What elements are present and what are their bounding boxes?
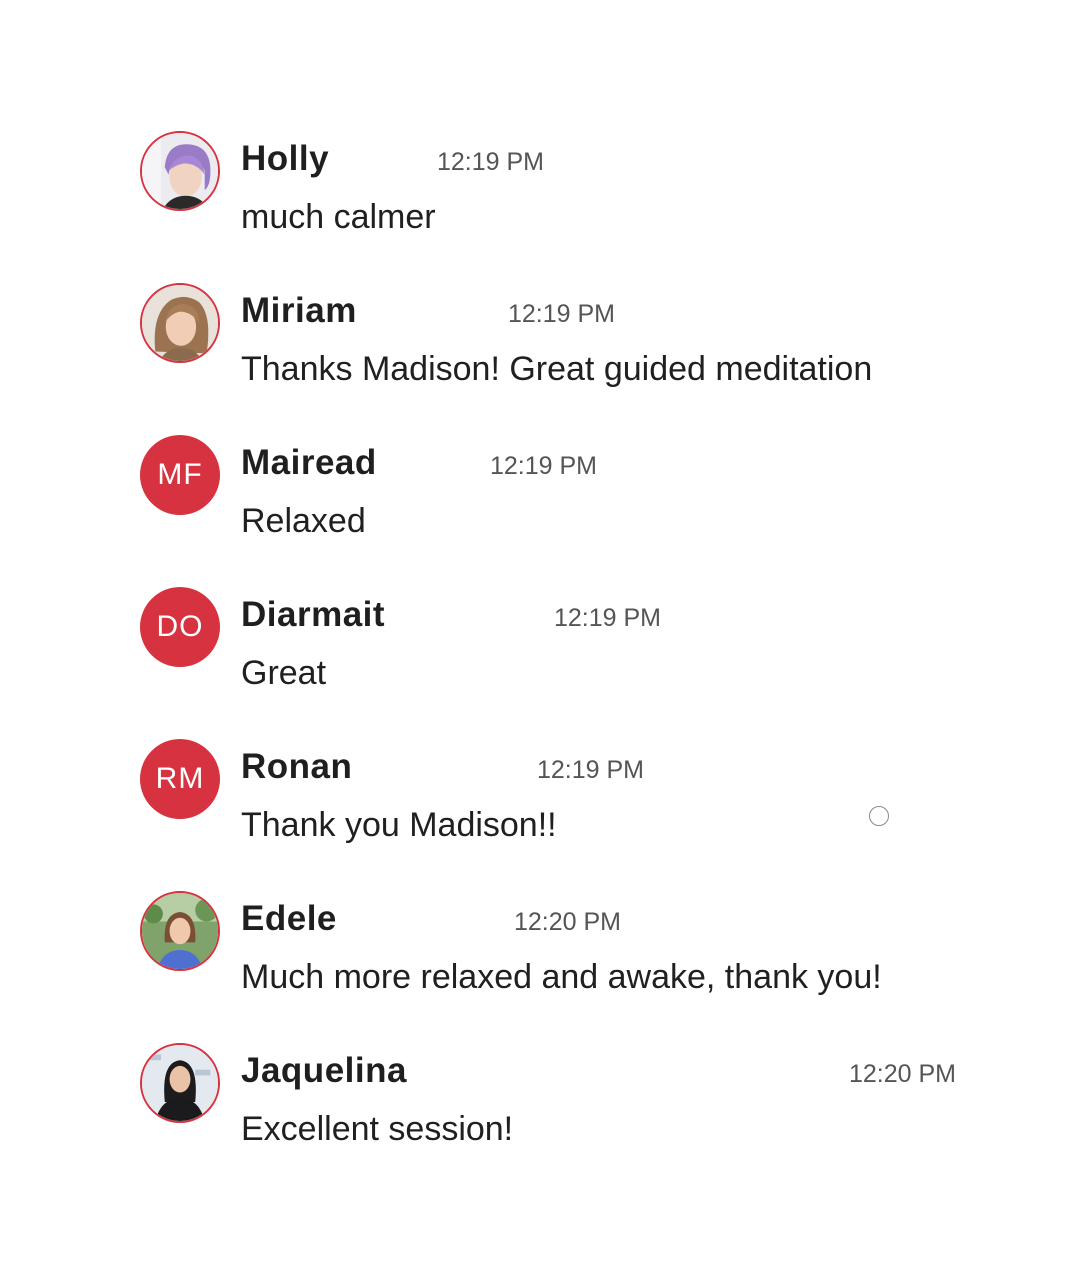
chat-message[interactable]: Edele 12:20 PM Much more relaxed and awa… [0,891,1073,1043]
avatar-photo-icon [142,133,218,209]
avatar-photo-icon [142,1045,218,1121]
message-timestamp: 12:19 PM [508,300,616,328]
sender-name: Miriam [241,291,357,330]
chat-message[interactable]: RM Ronan 12:19 PM Thank you Madison!! [0,739,1073,891]
chat-message-list: Holly 12:19 PM much calmer Miriam 12:19 … [0,0,1073,1277]
sender-name: Jaquelina [241,1051,407,1090]
ronan-avatar-initials[interactable]: RM [140,739,220,819]
message-text: much calmer [241,198,436,236]
chat-message[interactable]: DO Diarmait 12:19 PM Great [0,587,1073,739]
message-timestamp: 12:19 PM [437,148,545,176]
empty-circle-icon[interactable] [869,806,889,826]
message-timestamp: 12:19 PM [490,452,598,480]
mairead-avatar-initials[interactable]: MF [140,435,220,515]
chat-message[interactable]: Jaquelina 12:20 PM Excellent session! [0,1043,1073,1195]
sender-name: Holly [241,139,330,178]
message-timestamp: 12:19 PM [537,756,645,784]
message-text: Excellent session! [241,1110,514,1148]
message-text: Relaxed [241,502,366,540]
message-text: Thanks Madison! Great guided meditation [241,350,873,388]
chat-message[interactable]: Miriam 12:19 PM Thanks Madison! Great gu… [0,283,1073,435]
message-text: Much more relaxed and awake, thank you! [241,958,882,996]
sender-name: Mairead [241,443,377,482]
edele-avatar-photo[interactable] [140,891,220,971]
diarmait-avatar-initials[interactable]: DO [140,587,220,667]
chat-message[interactable]: Holly 12:19 PM much calmer [0,131,1073,283]
sender-name: Edele [241,899,337,938]
miriam-avatar-photo[interactable] [140,283,220,363]
message-timestamp: 12:19 PM [554,604,662,632]
message-text: Great [241,654,327,692]
message-text: Thank you Madison!! [241,806,557,844]
message-timestamp: 12:20 PM [514,908,622,936]
jaquelina-avatar-photo[interactable] [140,1043,220,1123]
avatar-photo-icon [142,893,218,969]
sender-name: Ronan [241,747,353,786]
avatar-photo-icon [142,285,218,361]
chat-message[interactable]: MF Mairead 12:19 PM Relaxed [0,435,1073,587]
sender-name: Diarmait [241,595,386,634]
message-timestamp: 12:20 PM [849,1060,957,1088]
holly-avatar-photo[interactable] [140,131,220,211]
